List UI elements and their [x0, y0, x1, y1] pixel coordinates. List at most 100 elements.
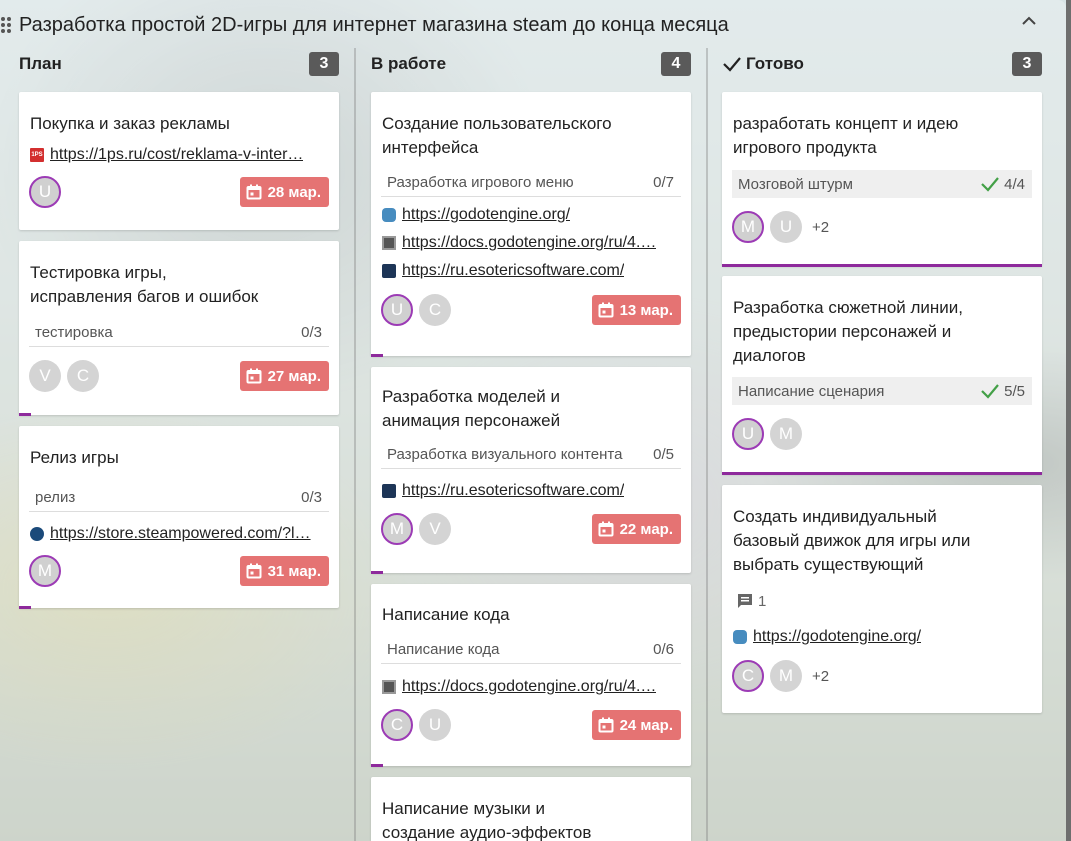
card-title: Разработка моделей и анимация персонажей [382, 387, 561, 430]
card[interactable]: Создать индивидуальный базовый движок для… [722, 485, 1042, 713]
avatar[interactable]: U [770, 211, 802, 243]
column-in-progress: В работе 4 [371, 44, 691, 84]
avatar[interactable]: U [381, 294, 413, 326]
column-divider [354, 48, 356, 841]
checklist-summary[interactable]: Написание кода 0/6 [381, 636, 681, 664]
card-link[interactable]: https://godotengine.org/ [722, 623, 1042, 651]
card-count-badge: 3 [1012, 52, 1042, 76]
avatar[interactable]: C [67, 360, 99, 392]
avatar[interactable]: M [381, 513, 413, 545]
column-plan: План 3 [19, 44, 339, 84]
due-date-badge[interactable]: 31 мар. [239, 556, 329, 586]
label-marker [371, 354, 383, 357]
checklist-summary[interactable]: Мозговой штурм 4/4 [732, 170, 1032, 198]
label-marker [19, 413, 31, 416]
card-link[interactable]: https://store.steampowered.com/?l… [19, 520, 339, 548]
board-title: Разработка простой 2D-игры для интернет … [19, 13, 729, 36]
column-done: Готово 3 [722, 44, 1042, 84]
1ps-favicon-icon: 1PS [30, 148, 44, 162]
more-members-count[interactable]: +2 [812, 668, 829, 685]
avatar[interactable]: V [29, 360, 61, 392]
checklist-summary[interactable]: Разработка визуального контента 0/5 [381, 441, 681, 469]
card-link[interactable]: https://ru.esotericsoftware.com/ [371, 257, 691, 285]
column-divider [706, 48, 708, 841]
steam-icon [30, 527, 44, 541]
checklist-summary[interactable]: релиз 0/3 [29, 484, 329, 512]
card-link[interactable]: 1PS https://1ps.ru/cost/reklama-v-inter… [19, 141, 339, 169]
card-link[interactable]: https://docs.godotengine.org/ru/4.… [371, 229, 691, 257]
card-title: Разработка сюжетной линии, предыстории пе… [733, 298, 964, 365]
card[interactable]: Релиз игры релиз 0/3 https://store.steam… [19, 426, 339, 609]
avatar[interactable]: M [29, 555, 61, 587]
avatar[interactable]: M [732, 211, 764, 243]
label-marker [19, 606, 31, 609]
esoteric-icon [382, 484, 396, 498]
due-date-badge[interactable]: 24 мар. [591, 710, 681, 740]
label-marker [371, 764, 383, 767]
card[interactable]: Создание пользовательского интерфейса Раз… [371, 92, 691, 357]
card[interactable]: Покупка и заказ рекламы 1PS https://1ps.… [19, 92, 339, 230]
card[interactable]: разработать концепт и идею игрового проду… [722, 92, 1042, 267]
card-title: Релиз игры [30, 448, 119, 467]
checklist-summary[interactable]: Разработка игрового меню 0/7 [381, 169, 681, 197]
calendar-icon [598, 302, 614, 318]
label-marker [722, 472, 1042, 475]
calendar-icon [246, 563, 262, 579]
checklist-summary[interactable]: тестировка 0/3 [29, 319, 329, 347]
card-title: Покупка и заказ рекламы [30, 114, 230, 133]
board-header: Разработка простой 2D-игры для интернет … [0, 6, 1066, 44]
avatar[interactable]: C [419, 294, 451, 326]
card-title: Создание пользовательского интерфейса [382, 114, 612, 157]
card-title: Написание кода [382, 605, 510, 624]
card-title: Тестировка игры, исправления багов и ошиб… [30, 263, 259, 306]
card-link[interactable]: https://docs.godotengine.org/ru/4.… [371, 673, 691, 701]
calendar-icon [598, 717, 614, 733]
card[interactable]: Написание кода Написание кода 0/6 https:… [371, 584, 691, 767]
label-marker [722, 264, 1042, 267]
check-icon [981, 177, 999, 192]
calendar-icon [598, 521, 614, 537]
avatar[interactable]: C [381, 709, 413, 741]
card[interactable]: Разработка сюжетной линии, предыстории пе… [722, 276, 1042, 475]
card-title: Создать индивидуальный базовый движок для… [733, 507, 971, 574]
checklist-summary[interactable]: Написание сценария 5/5 [732, 377, 1032, 405]
avatar[interactable]: C [732, 660, 764, 692]
card-link[interactable]: https://ru.esotericsoftware.com/ [371, 477, 691, 505]
chevron-up-icon[interactable] [1022, 16, 1036, 26]
due-date-badge[interactable]: 28 мар. [239, 177, 329, 207]
avatar[interactable]: U [419, 709, 451, 741]
card[interactable]: Тестировка игры, исправления багов и ошиб… [19, 241, 339, 416]
check-icon [981, 384, 999, 399]
more-members-count[interactable]: +2 [812, 219, 829, 236]
comments-count[interactable]: 1 [722, 588, 1042, 614]
avatar[interactable]: M [770, 660, 802, 692]
due-date-badge[interactable]: 22 мар. [591, 514, 681, 544]
card-link[interactable]: https://godotengine.org/ [371, 201, 691, 229]
calendar-icon [246, 184, 262, 200]
godot-icon [733, 630, 747, 644]
column-title: Готово [722, 54, 804, 74]
checkmark-icon [723, 57, 741, 72]
card[interactable]: Разработка моделей и анимация персонажей … [371, 367, 691, 574]
card[interactable]: Написание музыки и создание аудио-эффекто… [371, 777, 691, 841]
avatar[interactable]: U [29, 176, 61, 208]
comment-icon [738, 594, 752, 608]
due-date-badge[interactable]: 13 мар. [591, 295, 681, 325]
column-title: В работе [371, 54, 447, 73]
calendar-icon [246, 368, 262, 384]
window-edge [1066, 0, 1071, 841]
esoteric-icon [382, 264, 396, 278]
docs-icon [382, 680, 396, 694]
avatar[interactable]: U [732, 418, 764, 450]
column-title: План [19, 54, 62, 73]
avatar[interactable]: V [419, 513, 451, 545]
drag-handle-icon[interactable] [1, 15, 13, 35]
card-title: разработать концепт и идею игрового проду… [733, 114, 959, 157]
avatar[interactable]: M [770, 418, 802, 450]
label-marker [371, 571, 383, 574]
card-count-badge: 4 [661, 52, 691, 76]
godot-icon [382, 208, 396, 222]
card-title: Написание музыки и создание аудио-эффекто… [382, 799, 592, 841]
docs-icon [382, 236, 396, 250]
due-date-badge[interactable]: 27 мар. [239, 361, 329, 391]
